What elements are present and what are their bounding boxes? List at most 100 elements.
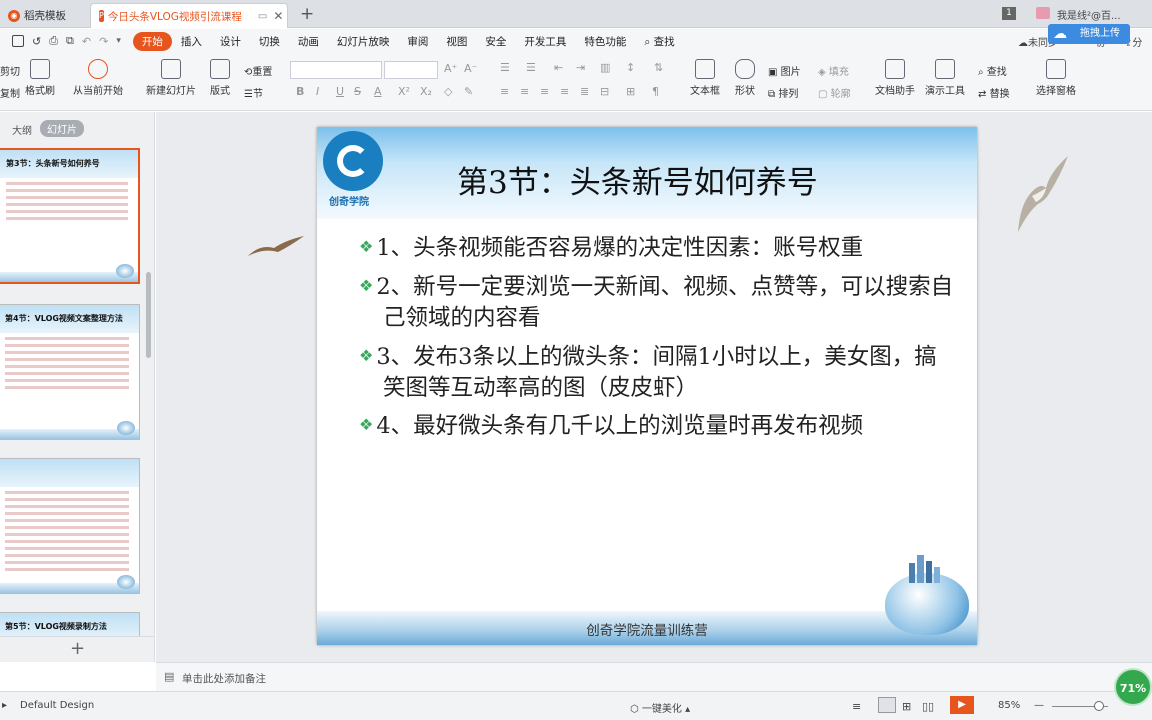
align-center-icon[interactable]: ≡ (520, 85, 529, 98)
menu-review[interactable]: 审阅 (398, 34, 437, 49)
close-tab-icon[interactable]: ✕ (273, 9, 283, 23)
underline-icon[interactable]: U (336, 85, 344, 98)
subscript-icon[interactable]: X₂ (420, 85, 432, 98)
font-color-icon[interactable]: A (374, 85, 382, 98)
decrease-indent-icon[interactable]: ⇤ (554, 61, 563, 74)
save-icon[interactable] (12, 35, 24, 47)
cut-button[interactable]: 剪切 (0, 63, 20, 78)
justify-icon[interactable]: ≡ (560, 85, 569, 98)
slide-thumbnail[interactable] (0, 458, 140, 594)
selection-pane-button[interactable]: 选择窗格 (1034, 59, 1078, 97)
smartart-icon[interactable]: ⊞ (626, 85, 635, 98)
tab-options-icon[interactable]: ▭ (258, 11, 267, 22)
columns-icon[interactable]: ▥ (600, 61, 610, 74)
outline-tab[interactable]: 大纲 (12, 122, 32, 137)
picture-button[interactable]: ▣ 图片 (768, 63, 801, 78)
preview-icon[interactable]: ⧉ (66, 34, 74, 48)
avatar[interactable] (1036, 7, 1050, 19)
reset-button[interactable]: ⟲重置 (244, 63, 272, 78)
new-tab-icon[interactable]: + (300, 4, 314, 24)
panel-scrollbar[interactable] (146, 272, 151, 358)
notes-placeholder[interactable]: 单击此处添加备注 (182, 671, 266, 686)
menu-security[interactable]: 安全 (476, 34, 515, 49)
replace-button[interactable]: ⇄ 替换 (978, 85, 1010, 100)
decrease-font-icon[interactable]: A⁻ (464, 62, 477, 75)
add-slide-button[interactable]: + (0, 636, 154, 662)
strikethrough-icon[interactable]: S (354, 85, 361, 98)
line-spacing-icon[interactable]: ↕ (626, 61, 635, 74)
bold-icon[interactable]: B (296, 85, 304, 98)
slides-tab[interactable]: 幻灯片 (40, 120, 84, 137)
align-text-icon[interactable]: ⊟ (600, 85, 609, 98)
menu-slideshow[interactable]: 幻灯片放映 (328, 34, 399, 49)
reading-view-icon[interactable]: ▯▯ (922, 700, 934, 713)
text-box-button[interactable]: 文本框 (686, 59, 724, 97)
menu-search[interactable]: ⌕ 查找 (635, 34, 683, 49)
menu-animation[interactable]: 动画 (289, 34, 328, 49)
notes-toggle-icon[interactable]: ≡ (852, 700, 861, 713)
outline-button[interactable]: ▢ 轮廓 (818, 85, 851, 100)
menu-developer[interactable]: 开发工具 (515, 34, 575, 49)
user-name[interactable]: 我是线²@百... (1057, 7, 1121, 22)
slide-bullet[interactable]: ❖ 4、最好微头条有几千以上的浏览量时再发布视频 (359, 409, 959, 442)
section-button[interactable]: ☰节 (244, 85, 263, 100)
slide-bullet[interactable]: ❖ 2、新号一定要浏览一天新闻、视频、点赞等，可以搜索自己领域的内容看 (359, 270, 959, 334)
fill-button[interactable]: ◈ 填充 (818, 63, 849, 78)
zoom-badge[interactable]: 71% (1114, 668, 1152, 706)
align-left-icon[interactable]: ≡ (500, 85, 509, 98)
align-right-icon[interactable]: ≡ (540, 85, 549, 98)
copy-button[interactable]: 复制 (0, 85, 20, 100)
shape-button[interactable]: 形状 (730, 59, 760, 97)
text-effects-icon[interactable]: ✎ (464, 85, 473, 98)
slide-sorter-icon[interactable]: ⊞ (902, 700, 911, 713)
presentation-tools-button[interactable]: 演示工具 (922, 59, 968, 97)
italic-icon[interactable]: I (316, 85, 319, 98)
menu-home[interactable]: 开始 (132, 31, 172, 51)
slide-thumbnail[interactable]: 第3节：头条新号如何养号 (0, 148, 140, 284)
menu-transition[interactable]: 切换 (250, 34, 289, 49)
bullets-icon[interactable]: ☰ (500, 61, 510, 74)
layout-button[interactable]: 版式 (205, 59, 235, 97)
beautify-button[interactable]: ⬡ 一键美化 ▴ (630, 700, 690, 715)
menu-insert[interactable]: 插入 (172, 34, 211, 49)
current-slide[interactable]: 创奇学院 第3节：头条新号如何养号 ❖ 1、头条视频能否容易爆的决定性因素：账号权… (317, 127, 977, 645)
doc-assistant-button[interactable]: 文档助手 (874, 59, 916, 97)
tab-document[interactable]: P 今日头条VLOG视频引流课程 ▭ ✕ (90, 3, 288, 28)
slide-bullet[interactable]: ❖ 3、发布3条以上的微头条：间隔1小时以上，美女图，搞笑图等互动率高的图（皮皮虾… (359, 340, 959, 404)
superscript-icon[interactable]: X² (398, 85, 410, 98)
quick-access-more-icon[interactable]: ▾ (116, 36, 121, 46)
normal-view-icon[interactable] (878, 697, 896, 713)
from-current-label: 从当前开始 (73, 86, 123, 97)
zoom-slider-handle[interactable] (1094, 701, 1104, 711)
increase-indent-icon[interactable]: ⇥ (576, 61, 585, 74)
slide-title[interactable]: 第3节：头条新号如何养号 (457, 157, 818, 202)
new-slide-button[interactable]: 新建幻灯片 (140, 59, 202, 97)
find-button[interactable]: ⌕ 查找 (978, 63, 1007, 78)
text-direction-icon[interactable]: ⇅ (654, 61, 663, 74)
from-current-button[interactable]: 从当前开始 (68, 59, 128, 97)
clear-format-icon[interactable]: ◇ (444, 85, 452, 98)
zoom-level[interactable]: 85% (998, 700, 1020, 711)
font-size-select[interactable] (384, 61, 438, 79)
distribute-icon[interactable]: ≣ (580, 85, 589, 98)
font-family-select[interactable] (290, 61, 382, 79)
numbering-icon[interactable]: ☰ (526, 61, 536, 74)
play-slideshow-icon[interactable]: ▶ (950, 696, 974, 714)
slide-bullet[interactable]: ❖ 1、头条视频能否容易爆的决定性因素：账号权重 (359, 231, 959, 264)
notes-bar[interactable]: ▤ 单击此处添加备注 (156, 662, 1152, 691)
design-name[interactable]: Default Design (20, 700, 94, 711)
increase-font-icon[interactable]: A⁺ (444, 62, 457, 75)
menu-view[interactable]: 视图 (437, 34, 476, 49)
zoom-out-icon[interactable]: — (1034, 700, 1044, 711)
redo-icon[interactable]: ↷ (99, 35, 108, 48)
undo-icon[interactable]: ↶ (82, 35, 91, 48)
paragraph-icon[interactable]: ¶ (652, 85, 659, 98)
slide-thumbnail[interactable]: 第4节：VLOG视频文案整理方法 (0, 304, 140, 440)
menu-special[interactable]: 特色功能 (575, 34, 635, 49)
format-painter-button[interactable]: 格式刷 (22, 59, 58, 97)
menu-design[interactable]: 设计 (211, 34, 250, 49)
tab-docer-templates[interactable]: ◉ 稻壳模板 (0, 3, 88, 28)
arrange-button[interactable]: ⧉ 排列 (768, 85, 798, 100)
print-icon[interactable]: ⎙ (49, 34, 58, 48)
undo-history-icon[interactable]: ↺ (32, 35, 41, 48)
